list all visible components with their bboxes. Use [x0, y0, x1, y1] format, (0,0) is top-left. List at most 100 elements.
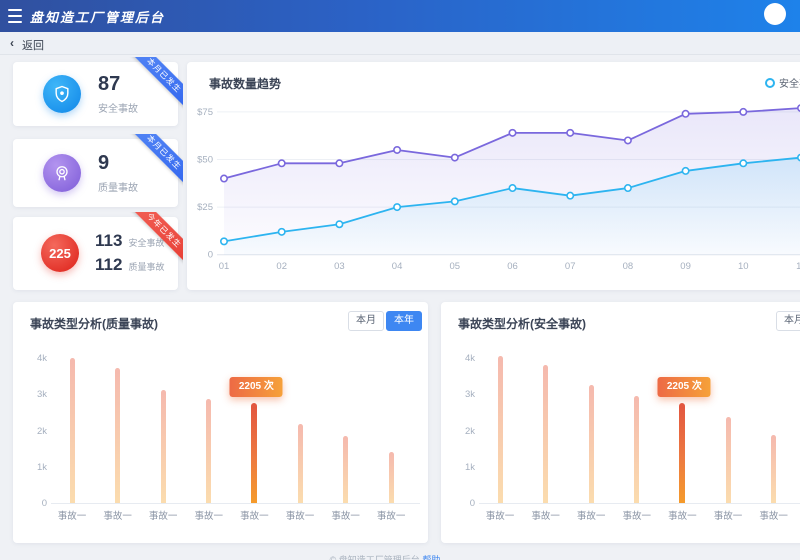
footer-link[interactable]: 帮助: [422, 555, 440, 560]
x-axis-label: 事故一: [50, 508, 94, 522]
data-point[interactable]: [394, 204, 400, 210]
hamburger-menu-icon[interactable]: [8, 9, 22, 23]
bar[interactable]: [115, 368, 120, 503]
x-axis-label: 事故一: [96, 508, 140, 522]
bar[interactable]: [771, 435, 776, 503]
data-point[interactable]: [682, 168, 688, 174]
svg-text:08: 08: [623, 261, 634, 272]
data-point[interactable]: [452, 198, 458, 204]
stat-value: 113: [95, 232, 122, 249]
data-point[interactable]: [682, 111, 688, 117]
data-point[interactable]: [740, 109, 746, 115]
x-axis-label: 事故一: [752, 508, 796, 522]
svg-text:0: 0: [208, 250, 213, 261]
trend-line-chart: 0$25$50$750102030405060708091011: [187, 98, 800, 273]
data-point[interactable]: [625, 137, 631, 143]
bar[interactable]: [389, 452, 394, 503]
svg-text:06: 06: [507, 261, 518, 272]
y-axis-tick: 1k: [17, 462, 47, 473]
x-axis-label: 事故一: [187, 508, 231, 522]
bar-chart-card-safety: 事故类型分析(安全事故) 本月 本年 01k2k3k4k事故一事故一事故一事故一…: [441, 302, 800, 543]
bar-chart-card-quality: 事故类型分析(质量事故) 本月 本年 01k2k3k4k事故一事故一事故一事故一…: [13, 302, 428, 543]
app-title: 盘知造工厂管理后台: [30, 7, 165, 26]
data-point[interactable]: [221, 238, 227, 244]
bar[interactable]: [70, 358, 75, 503]
data-point[interactable]: [740, 160, 746, 166]
y-axis-tick: 4k: [17, 353, 47, 364]
bar[interactable]: [251, 403, 257, 503]
bar[interactable]: [206, 399, 211, 503]
stat-row-quality: 112 质量事故: [95, 256, 164, 273]
x-axis-line: [479, 503, 800, 504]
top-navbar: 盘知造工厂管理后台: [0, 0, 800, 32]
data-point[interactable]: [567, 130, 573, 136]
back-bar[interactable]: ‹ 返回: [0, 32, 800, 55]
data-point[interactable]: [279, 229, 285, 235]
y-axis-tick: 1k: [445, 462, 475, 473]
chevron-left-icon[interactable]: ‹: [10, 36, 14, 50]
svg-text:07: 07: [565, 261, 576, 272]
y-axis-tick: 3k: [17, 389, 47, 400]
data-point[interactable]: [394, 147, 400, 153]
data-point[interactable]: [452, 154, 458, 160]
chart-legend: 安全事故 质量事故: [765, 75, 800, 90]
stat-card-safety-month: 87 安全事故 本月已发生: [13, 62, 178, 126]
total-count-badge: 225: [41, 234, 79, 272]
x-axis-label: 事故一: [478, 508, 522, 522]
chart-title: 事故数量趋势: [209, 75, 281, 92]
bar[interactable]: [589, 385, 594, 503]
x-axis-label: 事故一: [524, 508, 568, 522]
bar[interactable]: [498, 356, 503, 503]
stat-label: 安全事故: [128, 236, 164, 249]
data-point[interactable]: [336, 221, 342, 227]
bar[interactable]: [298, 424, 303, 503]
bar-tooltip: 2205 次: [230, 377, 283, 397]
svg-text:03: 03: [334, 261, 345, 272]
bar-chart-plot: 01k2k3k4k事故一事故一事故一事故一事故一事故一事故一事故一2205 次: [441, 302, 800, 543]
back-button[interactable]: 返回: [22, 37, 44, 53]
x-axis-label: 事故一: [615, 508, 659, 522]
bar[interactable]: [634, 396, 639, 503]
x-axis-label: 事故一: [324, 508, 368, 522]
legend-item-safety[interactable]: 安全事故: [765, 75, 800, 90]
svg-text:10: 10: [738, 261, 749, 272]
user-avatar[interactable]: [764, 3, 786, 25]
bar-tooltip: 2205 次: [658, 377, 711, 397]
stat-value: 112: [95, 256, 122, 273]
x-axis-label: 事故一: [141, 508, 185, 522]
x-axis-label: 事故一: [569, 508, 613, 522]
bar[interactable]: [543, 365, 548, 503]
svg-text:01: 01: [219, 261, 230, 272]
svg-text:$50: $50: [197, 155, 213, 166]
svg-text:11: 11: [796, 261, 800, 272]
bar-chart-plot: 01k2k3k4k事故一事故一事故一事故一事故一事故一事故一事故一2205 次: [13, 302, 428, 543]
x-axis-label: 事故一: [232, 508, 276, 522]
data-point[interactable]: [625, 185, 631, 191]
trend-chart-card: 事故数量趋势 安全事故 质量事故 0$25$50$750102030405060…: [187, 62, 800, 290]
stat-label: 质量事故: [128, 260, 164, 273]
legend-marker-icon: [765, 78, 775, 88]
legend-label: 安全事故: [779, 75, 800, 90]
stat-value: 9: [98, 153, 109, 173]
bar[interactable]: [161, 390, 166, 503]
stat-row-safety: 113 安全事故: [95, 232, 164, 249]
data-point[interactable]: [509, 130, 515, 136]
svg-text:04: 04: [392, 261, 403, 272]
data-point[interactable]: [279, 160, 285, 166]
bar[interactable]: [343, 436, 348, 503]
x-axis-label: 事故一: [369, 508, 413, 522]
app-window: 盘知造工厂管理后台 ‹ 返回 87 安全事故 本月已发生 9 质量事故 本月已发…: [0, 0, 800, 560]
stat-label: 质量事故: [98, 179, 138, 194]
data-point[interactable]: [221, 175, 227, 181]
bar[interactable]: [679, 403, 685, 503]
data-point[interactable]: [509, 185, 515, 191]
data-point[interactable]: [567, 192, 573, 198]
y-axis-tick: 0: [445, 498, 475, 509]
bar[interactable]: [726, 417, 731, 503]
shield-icon: [43, 75, 81, 113]
x-axis-line: [51, 503, 420, 504]
data-point[interactable]: [336, 160, 342, 166]
stat-card-quality-month: 9 质量事故 本月已发生: [13, 139, 178, 207]
y-axis-tick: 0: [17, 498, 47, 509]
svg-text:$75: $75: [197, 107, 213, 118]
